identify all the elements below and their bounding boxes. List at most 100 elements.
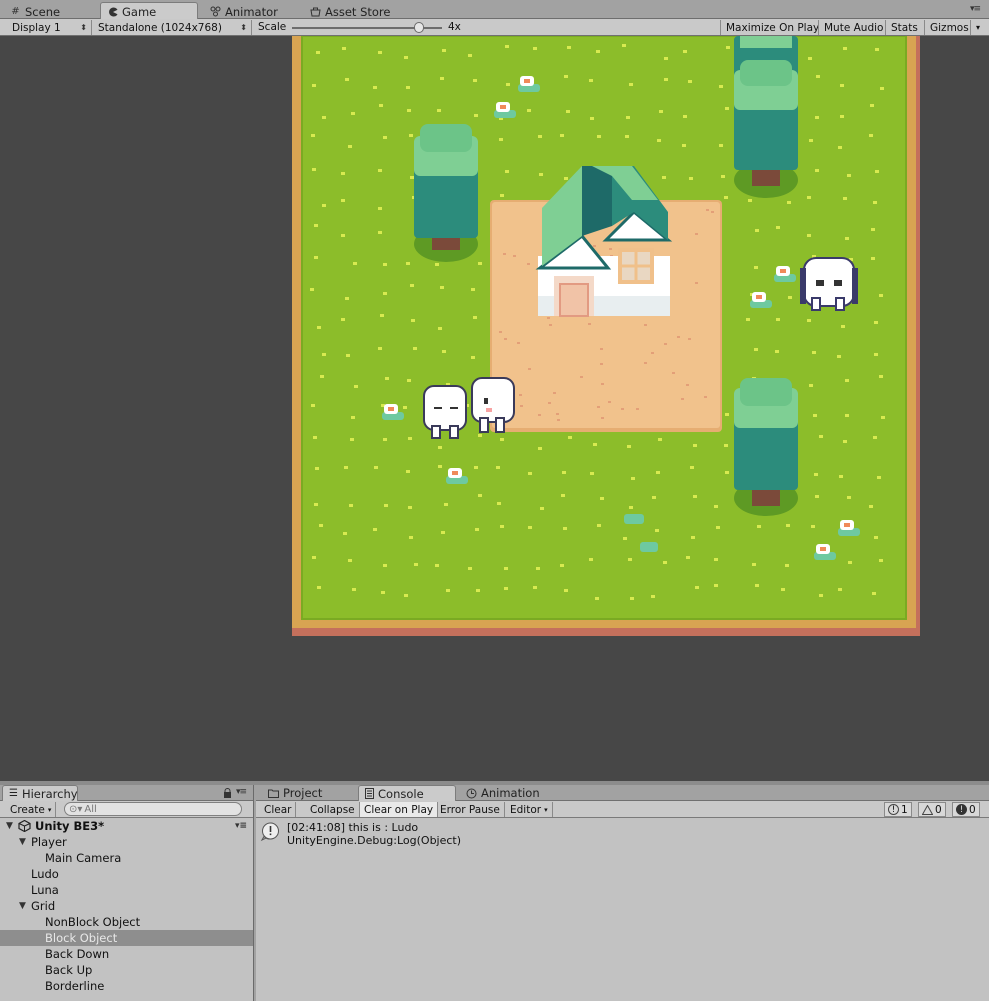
tab-project-label: Project — [283, 786, 323, 800]
mute-audio-toggle[interactable]: Mute Audio — [818, 20, 888, 35]
game-toolbar: Display 1 ⬍ Standalone (1024x768) ⬍ Scal… — [0, 19, 989, 36]
grass-tuft — [319, 524, 323, 527]
grass-tuft — [657, 139, 661, 142]
editor-dropdown[interactable]: Editor ▾ — [506, 802, 553, 817]
grass-tuft — [597, 524, 601, 527]
hierarchy-item-block-object[interactable]: Block Object — [0, 930, 253, 946]
dirt-speck — [557, 419, 560, 421]
folder-icon — [268, 789, 279, 798]
create-dropdown[interactable]: Create ▾ — [6, 802, 57, 817]
tab-project[interactable]: Project — [262, 785, 328, 801]
grass-tuft — [877, 476, 881, 479]
hierarchy-item-grid[interactable]: ▼ Grid — [0, 898, 253, 914]
scene-menu-icon[interactable]: ▾≡ — [235, 821, 247, 831]
tab-animator[interactable]: Animator — [204, 2, 284, 19]
dirt-speck — [597, 406, 600, 408]
grass-tuft — [870, 104, 874, 107]
grass-tuft — [413, 347, 417, 350]
info-count-toggle[interactable]: ! 1 — [884, 802, 912, 817]
grass-tuft — [775, 350, 779, 353]
lock-icon[interactable] — [223, 788, 232, 798]
grass-tuft — [871, 257, 875, 260]
scale-slider-thumb[interactable] — [414, 22, 424, 33]
gizmos-toggle[interactable]: Gizmos — [924, 20, 972, 35]
panel-menu-icon[interactable]: ▾≡ — [236, 787, 247, 797]
grass-tuft — [378, 347, 382, 350]
tab-hierarchy[interactable]: ☰ Hierarchy — [2, 785, 78, 801]
game-viewport[interactable] — [0, 36, 989, 781]
grass-tuft — [879, 559, 883, 562]
grass-tuft — [350, 438, 354, 441]
hierarchy-item-player[interactable]: ▼ Player — [0, 834, 253, 850]
clear-on-play-toggle[interactable]: Clear on Play — [360, 802, 439, 817]
dirt-speck — [704, 396, 707, 398]
panel-menu-icon[interactable]: ▾≡ — [970, 4, 981, 14]
dirt-speck — [601, 417, 604, 419]
grass-tuft — [564, 589, 568, 592]
resolution-dropdown[interactable]: Standalone (1024x768) ⬍ — [92, 20, 252, 35]
grass-tuft — [845, 414, 849, 417]
grass-tuft — [690, 466, 694, 469]
grass-tuft — [848, 561, 852, 564]
grass-tuft — [754, 266, 758, 269]
hierarchy-item-label: Back Down — [45, 947, 110, 961]
grass-tuft — [841, 325, 845, 328]
grass-tuft — [540, 507, 544, 510]
grass-tuft — [378, 169, 382, 172]
display-dropdown[interactable]: Display 1 ⬍ — [6, 20, 92, 35]
dirt-speck — [520, 405, 523, 407]
hierarchy-item-ludo[interactable]: Ludo — [0, 866, 253, 882]
clear-button[interactable]: Clear — [260, 802, 297, 817]
hierarchy-item-back-up[interactable]: Back Up — [0, 962, 253, 978]
grass-tuft — [475, 528, 479, 531]
grass-tuft — [442, 49, 446, 52]
hierarchy-item-nonblock-object[interactable]: NonBlock Object — [0, 914, 253, 930]
hierarchy-item-back-down[interactable]: Back Down — [0, 946, 253, 962]
grass-tuft — [383, 438, 387, 441]
grass-tuft — [384, 504, 388, 507]
grass-tuft — [474, 114, 478, 117]
grass-tuft — [383, 136, 387, 139]
grass-tuft — [809, 384, 813, 387]
fold-arrow-icon[interactable]: ▼ — [19, 837, 26, 847]
hierarchy-search-input[interactable]: ⊙▾ All — [64, 802, 242, 816]
stats-toggle[interactable]: Stats — [885, 20, 923, 35]
grass-tuft — [314, 503, 318, 506]
grass-tuft — [787, 201, 791, 204]
fold-arrow-icon[interactable]: ▼ — [6, 821, 13, 831]
grass-tuft — [590, 117, 594, 120]
error-count-toggle[interactable]: ! 0 — [952, 802, 980, 817]
maximize-on-play-toggle[interactable]: Maximize On Play — [720, 20, 824, 35]
hierarchy-item-main-camera[interactable]: Main Camera — [0, 850, 253, 866]
tab-game[interactable]: Game — [100, 2, 198, 19]
console-log-entry[interactable]: [02:41:08] this is : Ludo UnityEngine.De… — [260, 821, 461, 847]
scene-root[interactable]: ▼ Unity BE3* ▾≡ — [0, 818, 253, 834]
collapse-toggle[interactable]: Collapse — [306, 802, 360, 817]
tab-asset-store-label: Asset Store — [325, 4, 391, 19]
grid-icon: # — [11, 5, 20, 17]
tab-console[interactable]: Console — [358, 785, 456, 801]
error-pause-toggle[interactable]: Error Pause — [436, 802, 505, 817]
grass-tuft — [407, 109, 411, 112]
grass-tuft — [353, 262, 357, 265]
search-icon: ⊙▾ — [69, 803, 83, 815]
gizmos-dropdown-arrow[interactable]: ▾ — [970, 20, 989, 35]
tab-animation[interactable]: Animation — [460, 785, 546, 801]
grass-tuft — [725, 413, 729, 416]
ludo-character — [423, 385, 467, 439]
hierarchy-item-luna[interactable]: Luna — [0, 882, 253, 898]
grass-tuft — [837, 355, 841, 358]
grass-tuft — [840, 84, 844, 87]
grass-tuft — [441, 531, 445, 534]
warning-count-toggle[interactable]: 0 — [918, 802, 946, 817]
tab-scene[interactable]: # Scene — [4, 2, 66, 19]
grass-tuft — [444, 503, 448, 506]
fold-arrow-icon[interactable]: ▼ — [19, 901, 26, 911]
grass-tuft — [345, 297, 349, 300]
grass-tuft — [341, 234, 345, 237]
grass-tuft — [726, 46, 730, 49]
hierarchy-item-borderline[interactable]: Borderline — [0, 978, 253, 994]
grass-tuft — [716, 526, 720, 529]
grass-tuft — [873, 436, 877, 439]
tab-asset-store[interactable]: Asset Store — [304, 2, 397, 19]
